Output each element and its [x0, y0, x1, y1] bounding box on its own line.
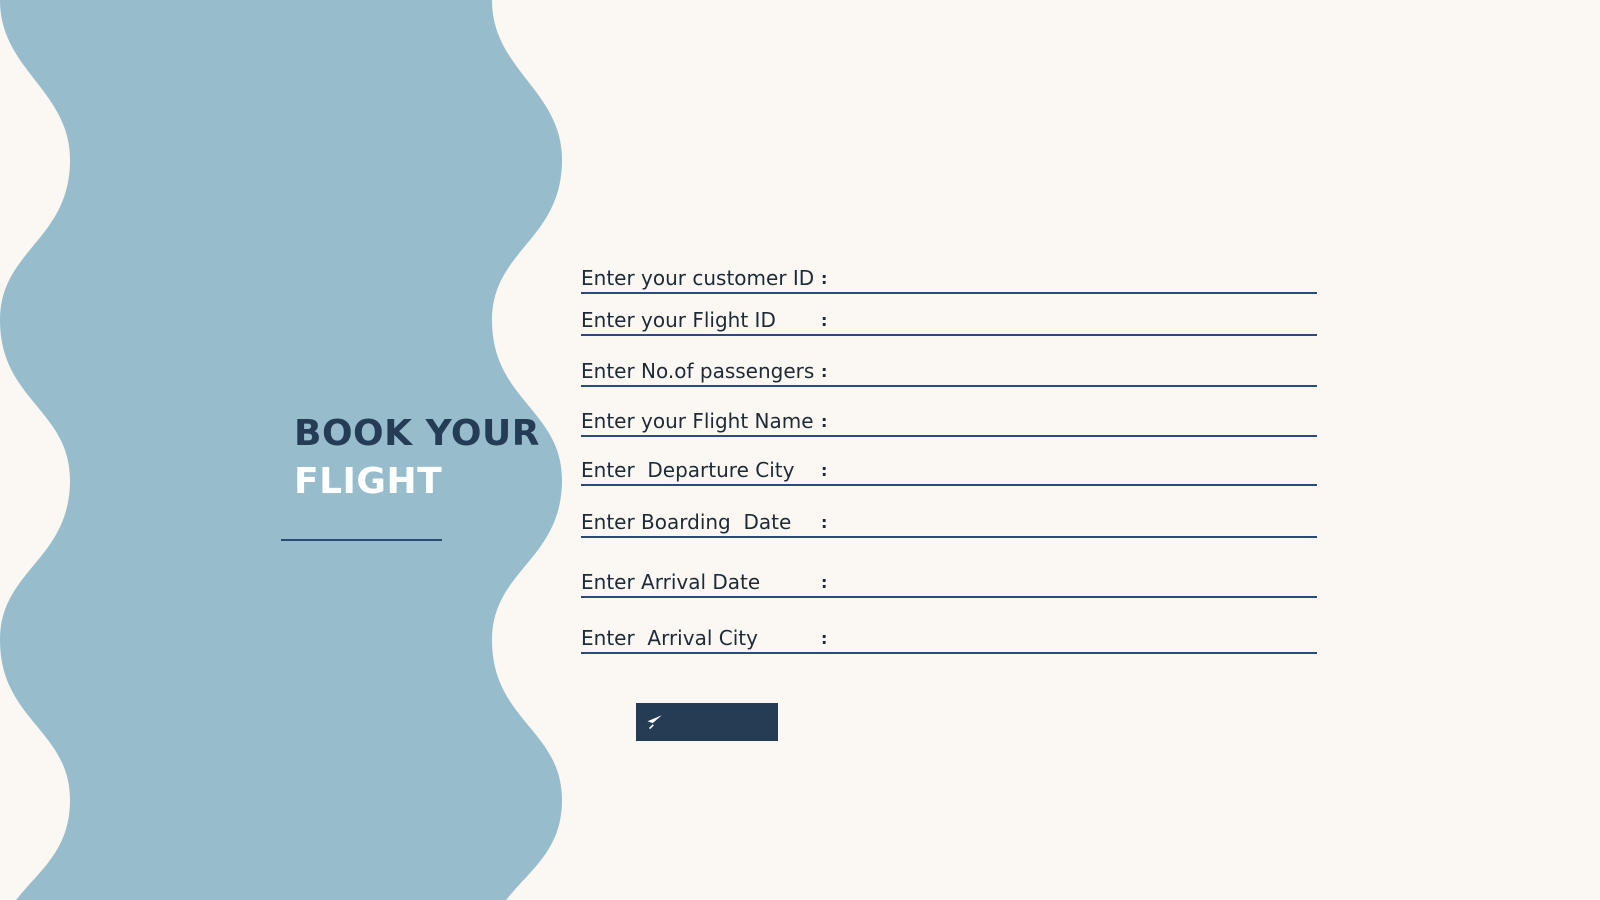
title-divider [281, 539, 442, 541]
departure-city-input[interactable] [837, 457, 1317, 483]
customer-id-separator: : [821, 269, 828, 288]
departure-city-label: Enter Departure City [581, 458, 795, 482]
page-title: BOOK YOUR FLIGHT [294, 410, 540, 506]
departure-city-underline [581, 484, 1317, 486]
page-title-line1: BOOK YOUR [294, 413, 540, 454]
flight-id-separator: : [821, 311, 828, 330]
flight-id-row: Enter your Flight ID : [581, 302, 1317, 336]
arrival-date-label: Enter Arrival Date [581, 570, 761, 594]
passengers-separator: : [821, 362, 828, 381]
flight-name-underline [581, 435, 1317, 437]
flight-name-separator: : [821, 412, 828, 431]
departure-city-row: Enter Departure City : [581, 452, 1317, 486]
flight-id-input[interactable] [837, 307, 1317, 333]
passengers-row: Enter No.of passengers : [581, 353, 1317, 387]
flight-name-label: Enter your Flight Name [581, 409, 814, 433]
flight-id-underline [581, 334, 1317, 336]
arrival-city-label: Enter Arrival City [581, 626, 758, 650]
arrival-city-separator: : [821, 629, 828, 648]
passengers-underline [581, 385, 1317, 387]
arrival-city-underline [581, 652, 1317, 654]
arrival-date-separator: : [821, 573, 828, 592]
customer-id-underline [581, 292, 1317, 294]
book-flight-button[interactable] [636, 703, 778, 741]
boarding-date-label: Enter Boarding Date [581, 510, 792, 534]
boarding-date-separator: : [821, 513, 828, 532]
arrival-city-row: Enter Arrival City : [581, 620, 1317, 654]
customer-id-row: Enter your customer ID : [581, 260, 1317, 294]
flight-name-input[interactable] [837, 408, 1317, 434]
arrival-city-input[interactable] [837, 625, 1317, 651]
page-title-line2: FLIGHT [294, 461, 443, 502]
flight-name-row: Enter your Flight Name : [581, 403, 1317, 437]
boarding-date-input[interactable] [837, 509, 1317, 535]
departure-city-separator: : [821, 461, 828, 480]
passengers-input[interactable] [837, 358, 1317, 384]
customer-id-label: Enter your customer ID [581, 266, 815, 290]
arrival-date-input[interactable] [837, 569, 1317, 595]
boarding-date-underline [581, 536, 1317, 538]
customer-id-input[interactable] [837, 265, 1317, 291]
arrival-date-row: Enter Arrival Date : [581, 564, 1317, 598]
airplane-icon [647, 715, 662, 730]
arrival-date-underline [581, 596, 1317, 598]
passengers-label: Enter No.of passengers [581, 359, 815, 383]
flight-id-label: Enter your Flight ID [581, 308, 776, 332]
boarding-date-row: Enter Boarding Date : [581, 504, 1317, 538]
